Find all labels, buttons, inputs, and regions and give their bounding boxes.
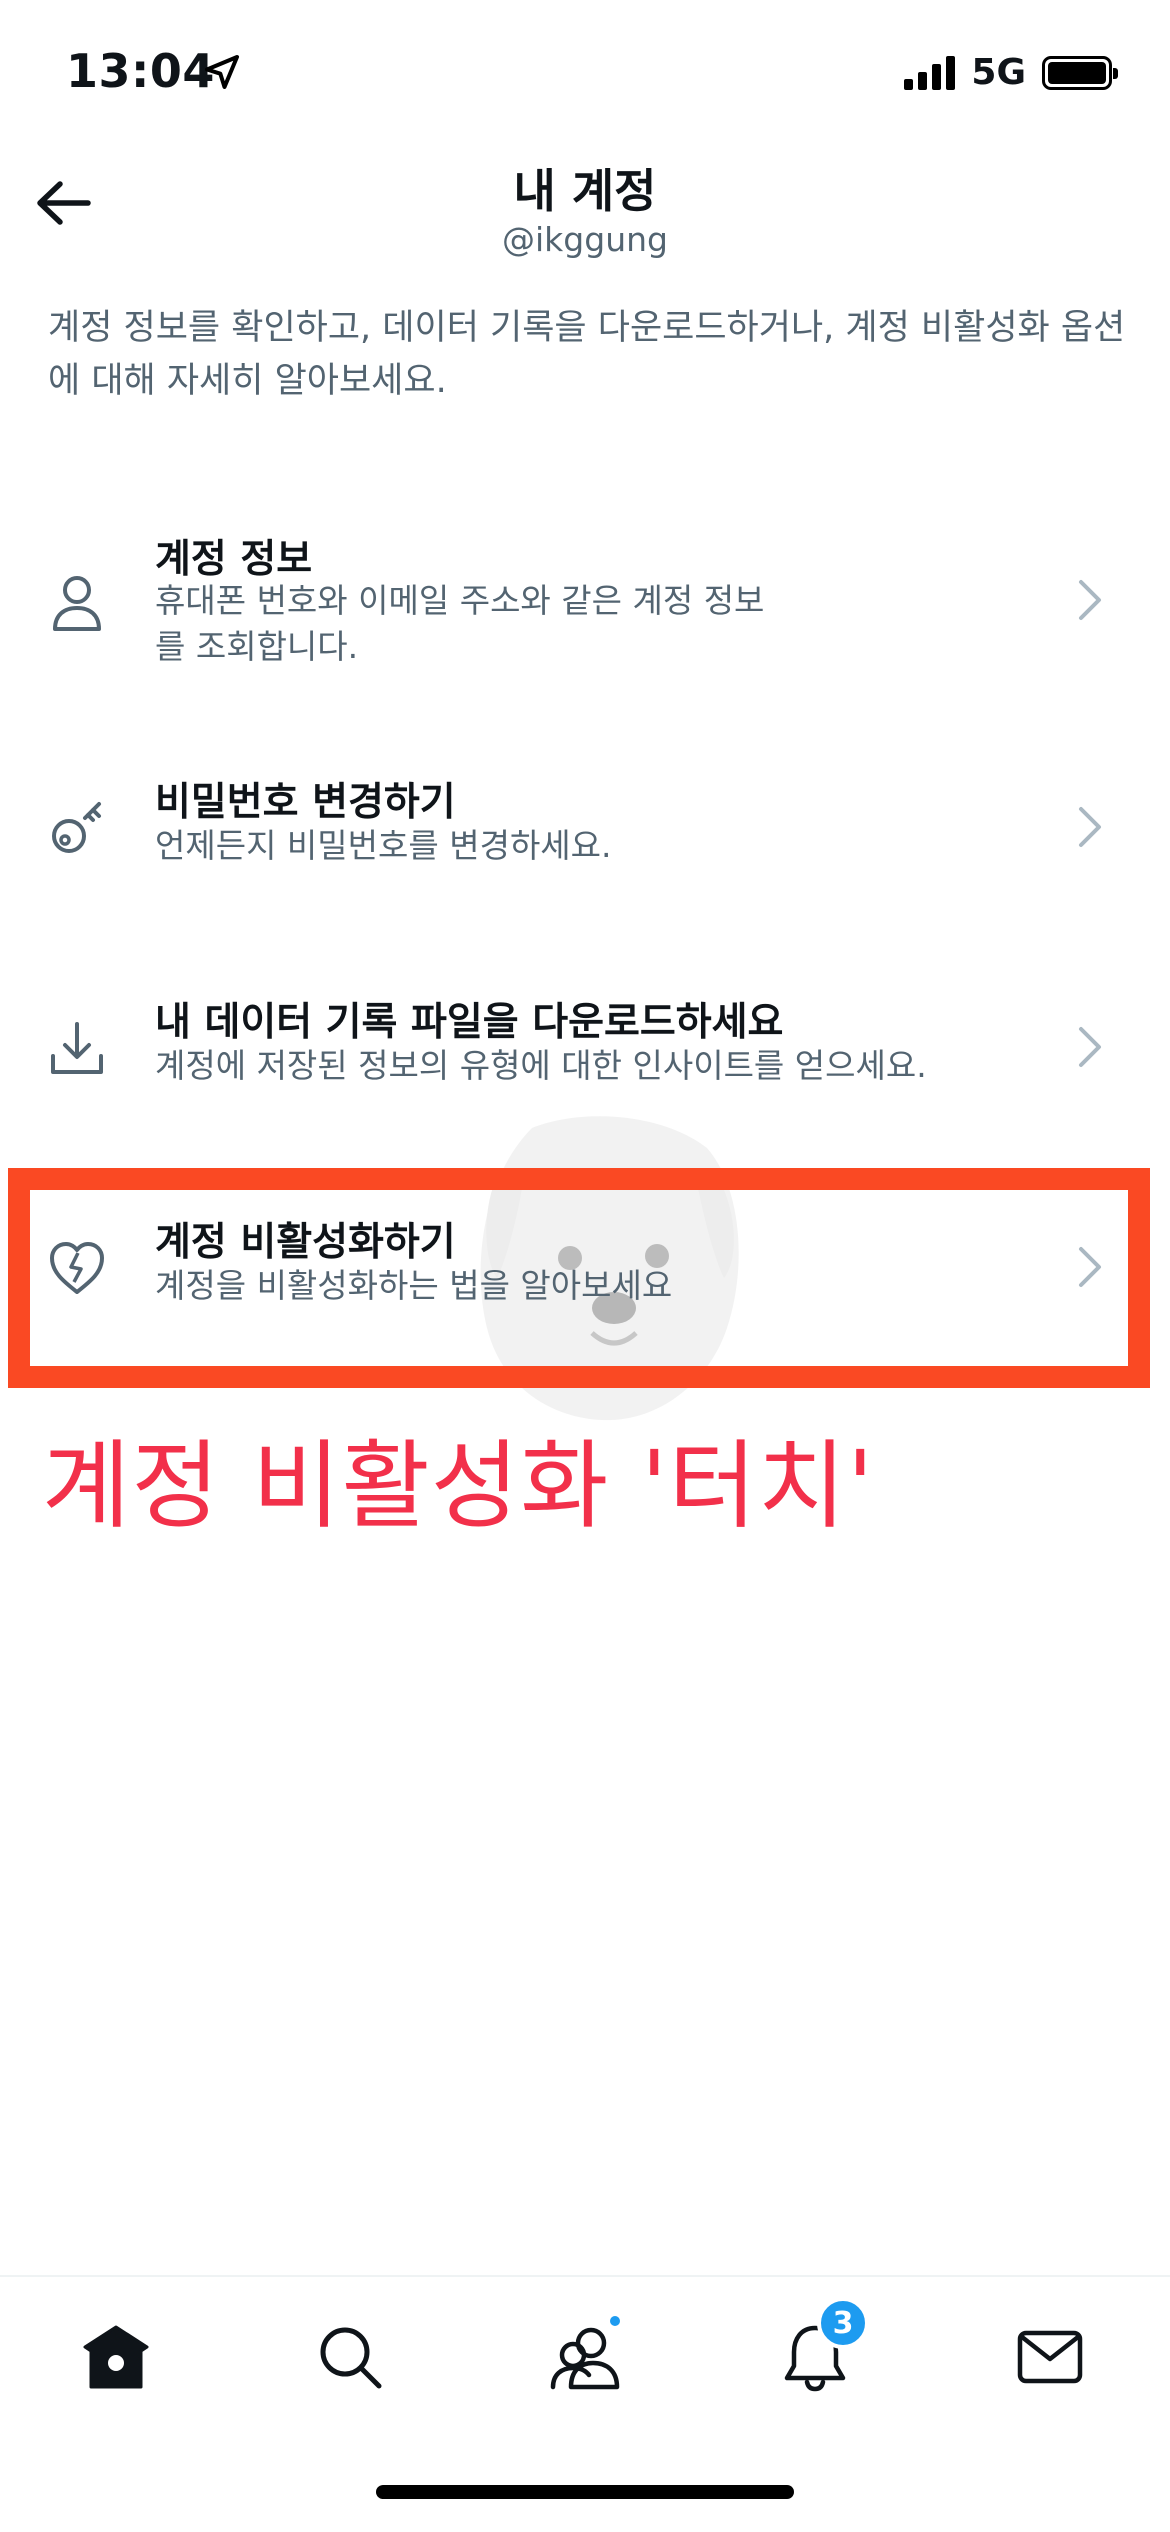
network-type: 5G (971, 52, 1026, 93)
account-handle: @ikggung (502, 220, 668, 259)
tab-home[interactable] (76, 2317, 156, 2397)
tab-notifications[interactable]: 3 (775, 2297, 869, 2397)
new-activity-dot (607, 2313, 623, 2329)
mail-icon (1017, 2330, 1083, 2384)
person-icon (44, 570, 110, 636)
status-indicators: 5G (904, 52, 1118, 93)
menu-item-title: 비밀번호 변경하기 (155, 780, 456, 825)
menu-item-change-password[interactable]: 비밀번호 변경하기 언제든지 비밀번호를 변경하세요. (0, 765, 1170, 905)
signal-icon (904, 55, 956, 90)
home-indicator[interactable] (376, 2485, 794, 2499)
annotation-text: 계정 비활성화 '터치' (42, 1430, 875, 1542)
status-time: 13:04 (66, 44, 215, 98)
highlight-box (8, 1168, 1150, 1388)
home-icon (83, 2325, 149, 2389)
page-title: 내 계정 (513, 164, 657, 218)
communities-icon (550, 2327, 620, 2390)
chevron-right-icon (1070, 575, 1110, 625)
menu-item-desc: 언제든지 비밀번호를 변경하세요. (155, 826, 612, 865)
download-icon (44, 1015, 110, 1081)
page-description: 계정 정보를 확인하고, 데이터 기록을 다운로드하거나, 계정 비활성화 옵션… (48, 308, 1126, 401)
battery-icon (1042, 55, 1118, 90)
notification-badge: 3 (817, 2297, 869, 2349)
tab-messages[interactable] (1010, 2317, 1090, 2397)
menu-item-download-data[interactable]: 내 데이터 기록 파일을 다운로드하세요 계정에 저장된 정보의 유형에 대한 … (0, 985, 1170, 1125)
tab-search[interactable] (310, 2317, 390, 2397)
chevron-right-icon (1070, 1022, 1110, 1072)
menu-item-desc: 휴대폰 번호와 이메일 주소와 같은 계정 정보를 조회합니다. (155, 581, 765, 666)
location-arrow-icon (205, 55, 239, 89)
search-icon (320, 2327, 382, 2389)
menu-item-account-info[interactable]: 계정 정보 휴대폰 번호와 이메일 주소와 같은 계정 정보를 조회합니다. (0, 520, 1170, 690)
chevron-right-icon (1070, 802, 1110, 852)
status-bar: 13:04 5G (0, 0, 1170, 150)
tab-communities[interactable] (545, 2313, 625, 2397)
menu-item-title: 내 데이터 기록 파일을 다운로드하세요 (155, 1000, 784, 1045)
key-icon (44, 795, 110, 861)
menu-item-title: 계정 정보 (155, 537, 313, 582)
menu-item-desc: 계정에 저장된 정보의 유형에 대한 인사이트를 얻으세요. (155, 1046, 927, 1085)
